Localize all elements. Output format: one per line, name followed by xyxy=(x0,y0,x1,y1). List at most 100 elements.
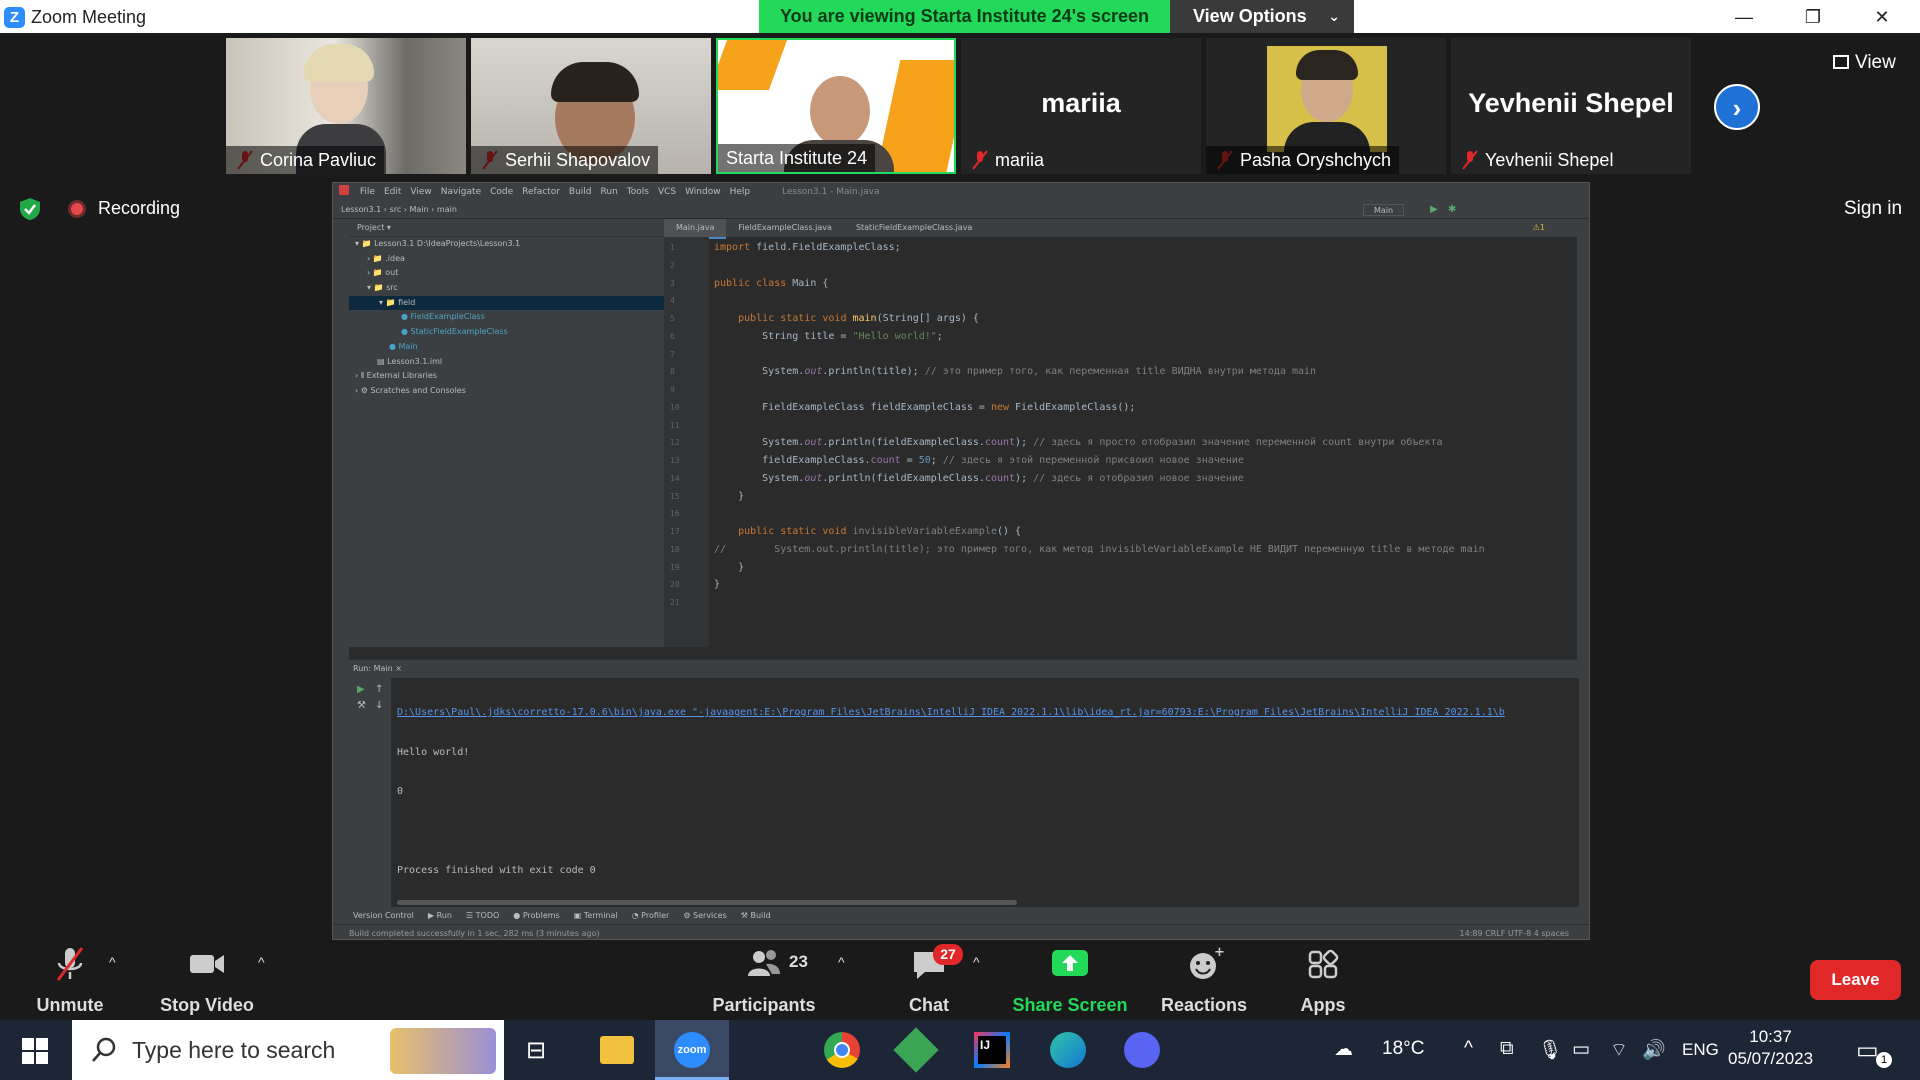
chrome-icon[interactable] xyxy=(824,1032,860,1068)
menu-item[interactable]: Help xyxy=(730,187,751,197)
tab-build[interactable]: ⚒ Build xyxy=(741,911,771,920)
shield-icon[interactable] xyxy=(19,197,41,221)
participant-tile[interactable]: mariia mariia xyxy=(961,38,1201,174)
menu-item[interactable]: View xyxy=(410,187,431,197)
tab-problems[interactable]: ● Problems xyxy=(513,911,559,920)
tree-item[interactable]: › ⫴ External Libraries xyxy=(349,369,664,384)
menu-item[interactable]: File xyxy=(360,187,375,197)
code-line[interactable]: } xyxy=(714,576,1574,594)
wifi-icon[interactable]: ⌔ xyxy=(1610,1038,1628,1062)
sign-in-link[interactable]: Sign in xyxy=(1844,198,1902,220)
horizontal-scrollbar[interactable] xyxy=(397,900,1017,905)
tree-item[interactable]: ● FieldExampleClass xyxy=(349,310,664,325)
file-explorer-icon[interactable] xyxy=(600,1036,634,1064)
tray-mic-icon[interactable]: 🎙 xyxy=(1538,1038,1562,1062)
language-indicator[interactable]: ENG xyxy=(1682,1040,1719,1060)
menu-item[interactable]: Edit xyxy=(384,187,401,197)
stop-video-button[interactable]: Stop Video xyxy=(154,944,260,1016)
code-line[interactable] xyxy=(714,381,1574,399)
next-page-button[interactable]: › xyxy=(1714,84,1760,130)
tree-item-selected[interactable]: ▾ 📁 field xyxy=(349,295,664,311)
debug-icon[interactable]: ✱ xyxy=(1448,201,1456,219)
code-area[interactable]: import field.FieldExampleClass; public c… xyxy=(714,239,1574,612)
tab-todo[interactable]: ☰ TODO xyxy=(466,911,499,920)
run-icon[interactable]: ▶ xyxy=(1430,201,1438,219)
view-options-button[interactable]: View Options ⌄ xyxy=(1170,0,1354,33)
code-line[interactable]: // System.out.println(title); это пример… xyxy=(714,541,1574,559)
apps-button[interactable]: Apps xyxy=(1296,944,1350,1016)
tab-field-example[interactable]: FieldExampleClass.java xyxy=(726,219,844,237)
reactions-button[interactable]: + Reactions xyxy=(1160,944,1248,1016)
audio-options-chevron-icon[interactable]: ^ xyxy=(109,954,116,970)
volume-icon[interactable]: 🔊 xyxy=(1642,1038,1666,1062)
menu-item[interactable]: Run xyxy=(601,187,618,197)
tree-item[interactable]: ● Main xyxy=(349,340,664,355)
code-line[interactable]: import field.FieldExampleClass; xyxy=(714,239,1574,257)
share-screen-button[interactable]: Share Screen xyxy=(1012,944,1128,1016)
code-line[interactable]: System.out.println(fieldExampleClass.cou… xyxy=(714,434,1574,452)
output-line[interactable]: D:\Users\Paul\.jdks\corretto-17.0.6\bin\… xyxy=(397,704,1505,722)
code-line[interactable]: public static void invisibleVariableExam… xyxy=(714,523,1574,541)
breadcrumb[interactable]: Lesson3.1 › src › Main › main xyxy=(341,205,457,214)
tree-item[interactable]: › 📁 out xyxy=(349,266,664,281)
code-line[interactable] xyxy=(714,257,1574,275)
wrench-icon[interactable]: ⚒ xyxy=(357,700,366,711)
unmute-button[interactable]: Unmute xyxy=(24,944,116,1016)
taskbar-search[interactable]: Type here to search xyxy=(72,1020,504,1080)
restore-button[interactable]: ❐ xyxy=(1793,4,1833,30)
code-line[interactable]: public class Main { xyxy=(714,275,1574,293)
participant-tile[interactable]: Pasha Oryshchych xyxy=(1206,38,1446,174)
tab-main-java[interactable]: Main.java xyxy=(664,219,727,239)
code-line[interactable] xyxy=(714,594,1574,612)
scroll-down-icon[interactable]: ↓ xyxy=(375,700,383,711)
discord-icon[interactable] xyxy=(1124,1032,1160,1068)
scroll-up-icon[interactable]: ↑ xyxy=(375,684,383,695)
tab-run[interactable]: ▶ Run xyxy=(428,911,452,920)
participant-tile[interactable]: Corina Pavliuc xyxy=(226,38,466,174)
code-line[interactable]: } xyxy=(714,559,1574,577)
tab-profiler[interactable]: ◔ Profiler xyxy=(632,911,670,920)
view-button[interactable]: View xyxy=(1833,52,1896,74)
tab-static-field-example[interactable]: StaticFieldExampleClass.java xyxy=(844,219,984,237)
code-line[interactable]: FieldExampleClass fieldExampleClass = ne… xyxy=(714,399,1574,417)
tab-version-control[interactable]: Version Control xyxy=(353,911,414,920)
tree-item[interactable]: ● StaticFieldExampleClass xyxy=(349,325,664,340)
participants-button[interactable]: 23 Participants xyxy=(708,944,820,1016)
code-line[interactable]: } xyxy=(714,488,1574,506)
project-header[interactable]: Project ▾ xyxy=(349,219,664,237)
close-button[interactable]: ✕ xyxy=(1862,4,1902,30)
run-header[interactable]: Run: Main × xyxy=(349,660,1579,678)
code-line[interactable] xyxy=(714,505,1574,523)
menu-item[interactable]: Tools xyxy=(627,187,649,197)
intellij-icon[interactable]: IJ xyxy=(974,1032,1010,1068)
battery-icon[interactable]: ▭ xyxy=(1572,1038,1590,1061)
menu-item[interactable]: Window xyxy=(685,187,721,197)
rerun-icon[interactable]: ▶ xyxy=(357,684,365,695)
participant-tile[interactable]: Yevhenii Shepel Yevhenii Shepel xyxy=(1451,38,1691,174)
code-line[interactable]: System.out.println(fieldExampleClass.cou… xyxy=(714,470,1574,488)
tray-device-icon[interactable]: ⧉ xyxy=(1500,1038,1514,1060)
taskbar-zoom-active[interactable]: zoom xyxy=(655,1020,729,1080)
menu-item[interactable]: Navigate xyxy=(441,187,481,197)
chat-options-chevron-icon[interactable]: ^ xyxy=(973,954,980,970)
minimize-button[interactable]: — xyxy=(1724,4,1764,30)
tray-chevron-icon[interactable]: ^ xyxy=(1464,1038,1473,1060)
tree-item[interactable]: ▾ 📁 src xyxy=(349,281,664,296)
menu-item[interactable]: Refactor xyxy=(522,187,560,197)
edge-icon[interactable] xyxy=(1050,1032,1086,1068)
video-options-chevron-icon[interactable]: ^ xyxy=(258,954,265,970)
code-line[interactable] xyxy=(714,417,1574,435)
tree-item[interactable]: ▾ 📁 Lesson3.1 D:\IdeaProjects\Lesson3.1 xyxy=(349,237,664,252)
warning-indicator[interactable]: ⚠1 xyxy=(1521,219,1557,237)
tree-item[interactable]: › ⚙ Scratches and Consoles xyxy=(349,384,664,399)
run-config-select[interactable]: Main xyxy=(1363,204,1405,216)
code-line[interactable]: fieldExampleClass.count = 50; // здесь я… xyxy=(714,452,1574,470)
recording-label[interactable]: Recording xyxy=(98,198,180,219)
participant-tile-active[interactable]: Starta Institute 24 xyxy=(716,38,956,174)
tree-item[interactable]: › 📁 .idea xyxy=(349,252,664,267)
weather-icon[interactable]: ☁ xyxy=(1334,1038,1353,1061)
task-view-icon[interactable]: ⊟ xyxy=(526,1036,546,1065)
code-line[interactable]: String title = "Hello world!"; xyxy=(714,328,1574,346)
code-line[interactable] xyxy=(714,292,1574,310)
windows-start-icon[interactable] xyxy=(22,1038,48,1069)
